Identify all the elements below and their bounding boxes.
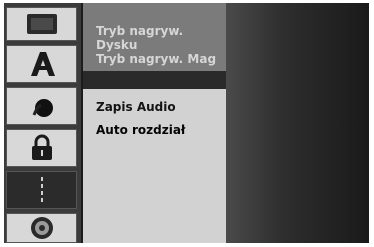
tv-icon [26,14,57,34]
lock-icon [31,134,52,160]
menu-item-tape-rec-mode[interactable]: Tryb nagryw. Mag [96,52,216,66]
background-area [226,3,369,243]
disc-icon [30,217,53,239]
sidebar-item-display[interactable] [6,7,77,41]
audio-icon [32,99,53,117]
sidebar-item-language[interactable] [6,45,77,83]
sidebar-item-recording[interactable] [6,171,77,209]
menu-divider [83,71,226,89]
menu-item-audio-record[interactable]: Zapis Audio [96,100,176,114]
record-options-menu: Zapis Audio Auto rozdział [83,89,226,243]
setup-menu-screen: Tryb nagryw. Dysku Tryb nagryw. Mag Zapi… [4,3,369,243]
sidebar-item-audio[interactable] [6,87,77,125]
menu-item-disc-rec-mode[interactable]: Tryb nagryw. Dysku [96,24,226,52]
disc-mode-menu: Tryb nagryw. Dysku Tryb nagryw. Mag [83,3,226,71]
settings-sidebar [4,3,81,243]
record-settings-icon [40,177,43,202]
menu-item-auto-chapter[interactable]: Auto rozdział [96,123,185,137]
sidebar-item-lock[interactable] [6,129,77,167]
sidebar-item-disc[interactable] [6,213,77,243]
language-a-icon [30,52,55,76]
